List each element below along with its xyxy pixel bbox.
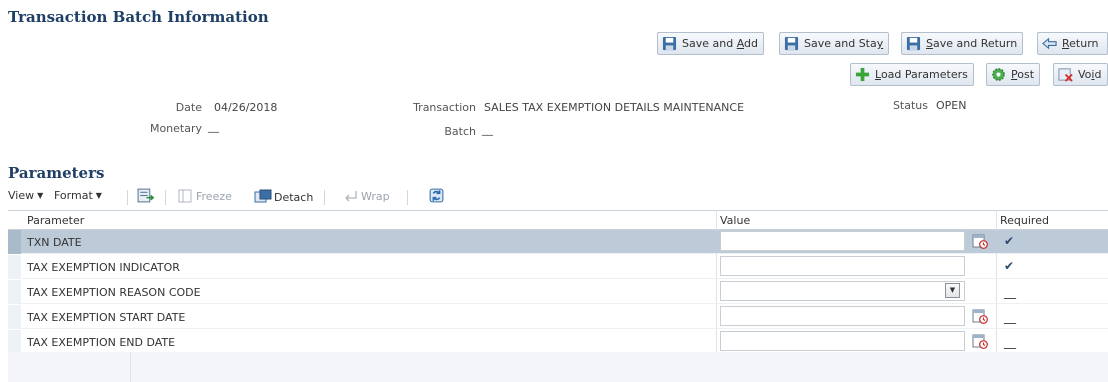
freeze-button[interactable]: Freeze: [178, 189, 232, 203]
back-arrow-icon: [1042, 37, 1057, 50]
load-parameters-button[interactable]: Load Parameters: [850, 63, 974, 86]
required-dash: __: [1004, 285, 1016, 299]
save-and-return-label: Save and Return: [926, 37, 1018, 50]
return-button[interactable]: Return: [1037, 32, 1108, 55]
toolbar-divider: [324, 190, 325, 205]
detach-icon: [254, 189, 272, 203]
tax-exemption-end-date-input[interactable]: [720, 331, 965, 351]
floppy-disk-icon: [906, 36, 921, 51]
export-icon: [137, 188, 154, 203]
table-row[interactable]: TXN DATE ✔: [8, 230, 1108, 254]
table-row[interactable]: TAX EXEMPTION START DATE __: [8, 305, 1108, 329]
status-label: Status: [892, 99, 928, 112]
table-header: Parameter Value Required: [8, 210, 1108, 230]
chevron-down-icon[interactable]: ▼: [945, 283, 960, 298]
required-dash: __: [1004, 335, 1016, 349]
parameters-title: Parameters: [8, 164, 105, 182]
format-menu[interactable]: Format ▼: [54, 189, 102, 202]
parameter-name: TAX EXEMPTION END DATE: [27, 336, 176, 349]
void-label: Void: [1078, 68, 1102, 81]
page-title: Transaction Batch Information: [8, 8, 269, 26]
column-header-required: Required: [1000, 214, 1049, 227]
view-menu-label: View: [8, 189, 35, 202]
save-and-stay-label: Save and Stay: [804, 37, 884, 50]
refresh-icon: [429, 188, 444, 203]
toolbar-divider: [127, 190, 128, 205]
parameter-name: TAX EXEMPTION START DATE: [27, 311, 186, 324]
detach-label: Detach: [274, 190, 314, 204]
post-button[interactable]: Post: [986, 63, 1041, 86]
wrap-label: Wrap: [361, 189, 390, 203]
save-and-stay-button[interactable]: Save and Stay: [779, 32, 890, 55]
export-button[interactable]: [137, 187, 154, 204]
post-label: Post: [1011, 68, 1035, 81]
batch-value: __: [482, 123, 493, 136]
floppy-disk-icon: [662, 36, 677, 51]
column-divider: [130, 352, 131, 382]
green-plus-icon: [855, 67, 870, 82]
format-menu-label: Format: [54, 189, 93, 202]
toolbar-divider: [407, 190, 408, 205]
chevron-down-icon: ▼: [37, 191, 44, 200]
table-row[interactable]: TAX EXEMPTION REASON CODE ▼ __: [8, 280, 1108, 304]
monetary-value: __: [208, 120, 219, 133]
chevron-down-icon: ▼: [95, 191, 102, 200]
floppy-disk-icon: [784, 36, 799, 51]
save-and-return-button[interactable]: Save and Return: [901, 32, 1024, 55]
column-header-value: Value: [720, 214, 751, 227]
detach-button[interactable]: Detach: [254, 189, 313, 205]
row-handle[interactable]: [8, 305, 21, 329]
view-menu[interactable]: View ▼: [8, 189, 43, 202]
save-and-add-label: Save and Add: [682, 37, 759, 50]
column-header-parameter: Parameter: [27, 214, 85, 227]
freeze-icon: [178, 189, 192, 203]
parameter-name: TAX EXEMPTION INDICATOR: [27, 261, 180, 274]
calendar-icon[interactable]: [972, 308, 988, 324]
parameters-toolbar: View ▼ Format ▼ Freeze Detach Wrap: [8, 185, 1108, 209]
table-row[interactable]: TAX EXEMPTION INDICATOR ✔: [8, 255, 1108, 279]
wrap-button[interactable]: Wrap: [343, 189, 390, 203]
return-label: Return: [1062, 37, 1099, 50]
parameter-name: TAX EXEMPTION REASON CODE: [27, 286, 201, 299]
row-handle[interactable]: [8, 230, 21, 254]
transaction-value: SALES TAX EXEMPTION DETAILS MAINTENANCE: [484, 101, 745, 114]
refresh-button[interactable]: [428, 187, 445, 204]
date-label: Date: [175, 101, 202, 114]
date-value: 04/26/2018: [214, 101, 278, 114]
parameter-name: TXN DATE: [27, 236, 82, 249]
tax-exemption-indicator-input[interactable]: [720, 256, 965, 276]
batch-label: Batch: [444, 125, 476, 138]
calendar-icon[interactable]: [972, 233, 988, 249]
table-empty-area: [8, 352, 1108, 382]
row-handle[interactable]: [8, 255, 21, 279]
transaction-label: Transaction: [413, 101, 476, 114]
wrap-icon: [345, 191, 357, 202]
freeze-label: Freeze: [196, 189, 232, 203]
row-handle[interactable]: [8, 330, 21, 354]
tax-exemption-reason-code-select[interactable]: [720, 281, 965, 301]
required-check: ✔: [1004, 234, 1015, 248]
status-value: OPEN: [936, 99, 967, 112]
txn-date-input[interactable]: [720, 231, 965, 251]
toolbar-divider: [165, 190, 166, 205]
row-handle[interactable]: [8, 280, 21, 304]
required-check: ✔: [1004, 259, 1015, 273]
load-parameters-label: Load Parameters: [875, 68, 968, 81]
gear-icon: [992, 68, 1005, 81]
tax-exemption-start-date-input[interactable]: [720, 306, 965, 326]
void-button[interactable]: Void: [1053, 63, 1108, 86]
save-and-add-button[interactable]: Save and Add: [657, 32, 765, 55]
void-x-icon: [1058, 68, 1073, 82]
calendar-icon[interactable]: [972, 333, 988, 349]
required-dash: __: [1004, 310, 1016, 324]
table-row[interactable]: TAX EXEMPTION END DATE __: [8, 330, 1108, 354]
monetary-label: Monetary: [149, 122, 202, 135]
